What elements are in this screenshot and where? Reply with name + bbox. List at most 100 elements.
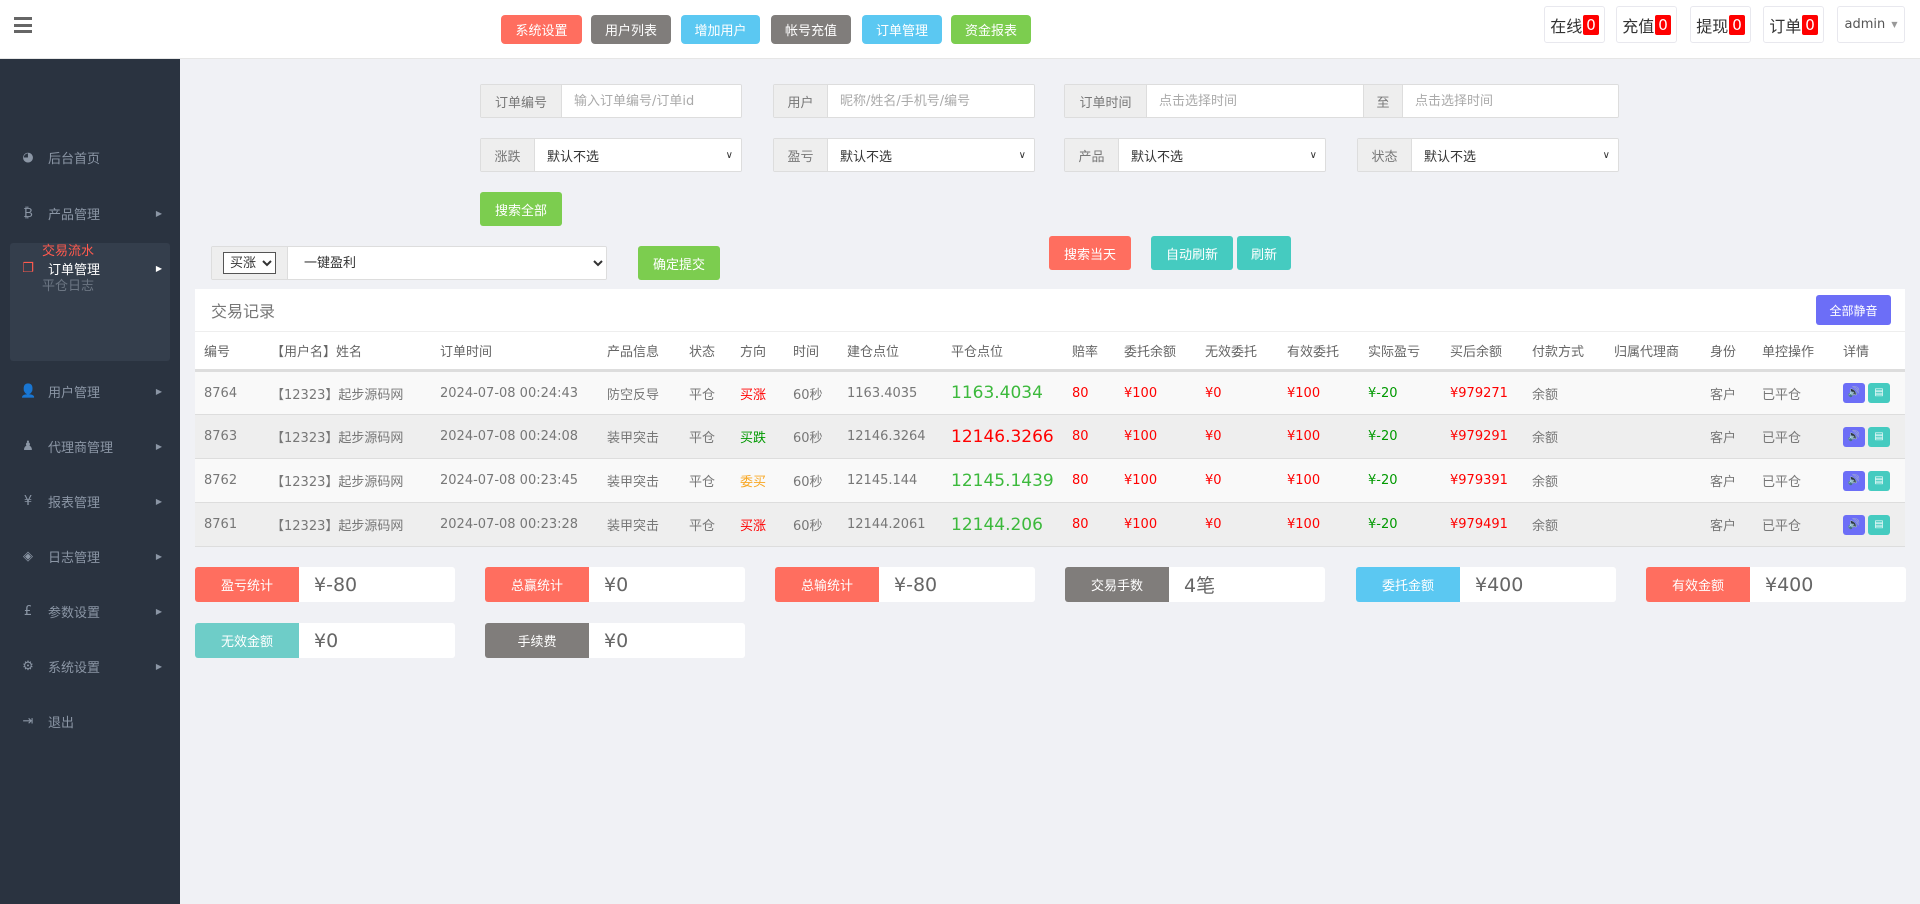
direction-addon: 买涨 (212, 247, 288, 279)
copy-icon: ❐ (22, 260, 34, 276)
summary-label: 总输统计 (775, 567, 879, 602)
sidebar-item-2[interactable]: ❐ 订单管理 ▶ (0, 253, 180, 283)
sidebar-item-6[interactable]: ◈ 日志管理 ▶ (0, 541, 180, 571)
refresh-button[interactable]: 刷新 (1237, 236, 1291, 270)
summary-label: 盈亏统计 (195, 567, 299, 602)
cell-time: 2024-07-08 00:23:28 (431, 502, 598, 547)
user-input[interactable] (828, 85, 1034, 117)
confirm-submit-button[interactable]: 确定提交 (638, 246, 720, 280)
stat-1[interactable]: 充值 0 (1616, 6, 1677, 43)
nav-button-1[interactable]: 用户列表 (591, 15, 671, 44)
sidebar: 交易流水 平仓日志 ◕ 后台首页 ₿ 产品管理 ▶ ❐ 订单管理 ▶ 👤 用户管理 ▶ ♟ 代理商管理 ▶… (0, 59, 180, 904)
mute-all-button[interactable]: 全部静音 (1816, 295, 1891, 325)
cell-details: 🔊 ▤ (1834, 370, 1905, 415)
cell-time: 2024-07-08 00:23:45 (431, 458, 598, 503)
stat-count-badge: 0 (1729, 14, 1745, 35)
volume-icon[interactable]: 🔊 (1843, 470, 1865, 491)
cell-product: 装甲突击 (598, 414, 680, 459)
summary-value: ¥0 (604, 629, 629, 652)
filter-select-0: 涨跌 默认不选 ∨ (480, 138, 742, 172)
chevron-right-icon: ▶ (155, 263, 162, 273)
sidebar-item-4[interactable]: ♟ 代理商管理 ▶ (0, 431, 180, 461)
sign-out-icon: ⇥ (22, 713, 34, 729)
column-header: 详情 (1834, 331, 1905, 372)
chevron-right-icon: ▶ (155, 441, 162, 451)
sidebar-item-9[interactable]: ⇥ 退出 (0, 706, 180, 736)
cell-open: 12144.2061 (838, 502, 942, 547)
column-header: 无效委托 (1196, 331, 1278, 372)
cell-valid: ¥100 (1278, 414, 1359, 459)
nav-button-4[interactable]: 订单管理 (862, 15, 942, 44)
filter-select-value: 默认不选 (547, 149, 600, 165)
cell-role: 客户 (1701, 370, 1753, 415)
cell-direction: 买涨 (731, 370, 784, 415)
cell-invalid: ¥0 (1196, 370, 1278, 415)
cell-user: 【12323】起步源码网 (262, 502, 431, 547)
cell-status: 平仓 (680, 502, 731, 547)
sidebar-item-7[interactable]: £ 参数设置 ▶ (0, 596, 180, 626)
cell-valid: ¥100 (1278, 458, 1359, 503)
sidebar-item-label: 报表管理 (48, 495, 101, 511)
cell-agent (1605, 414, 1701, 459)
user-filter: 用户 (773, 84, 1035, 118)
volume-icon[interactable]: 🔊 (1843, 426, 1865, 447)
volume-icon[interactable]: 🔊 (1843, 514, 1865, 535)
nav-button-0[interactable]: 系统设置 (501, 15, 582, 44)
filter-select[interactable]: 默认不选 ∨ (1412, 139, 1618, 171)
direction-select[interactable]: 买涨 (223, 252, 276, 274)
filter-select[interactable]: 默认不选 ∨ (828, 139, 1034, 171)
cell-rate: 80 (1063, 414, 1115, 459)
nav-button-2[interactable]: 增加用户 (681, 15, 760, 44)
filter-select[interactable]: 默认不选 ∨ (535, 139, 741, 171)
cell-valid: ¥100 (1278, 370, 1359, 415)
cell-pl: ¥-20 (1359, 502, 1441, 547)
sidebar-item-5[interactable]: ¥ 报表管理 ▶ (0, 486, 180, 516)
auto-refresh-button[interactable]: 自动刷新 (1151, 236, 1233, 270)
user-label: 用户 (774, 85, 828, 117)
cell-details: 🔊 ▤ (1834, 414, 1905, 459)
stat-label: 在线 (1550, 16, 1583, 36)
cell-status: 平仓 (680, 414, 731, 459)
sidebar-item-3[interactable]: 👤 用户管理 ▶ (0, 376, 180, 406)
list-icon[interactable]: ▤ (1868, 470, 1890, 491)
sidebar-item-8[interactable]: ⚙ 系统设置 ▶ (0, 651, 180, 681)
nav-button-3[interactable]: 帐号充值 (771, 15, 851, 44)
sidebar-item-1[interactable]: ₿ 产品管理 ▶ (0, 198, 180, 228)
stat-0[interactable]: 在线 0 (1544, 6, 1605, 43)
sidebar-item-0[interactable]: ◕ 后台首页 (0, 142, 180, 172)
search-today-button[interactable]: 搜索当天 (1049, 236, 1131, 270)
trade-table: 编号 【用户名】姓名 订单时间 产品信息 状态 方向 时间 建仓点位 平仓点位 赔率 委托余额 无效委… (195, 331, 1905, 547)
summary-label: 无效金额 (195, 623, 299, 658)
cell-balance: ¥979291 (1441, 414, 1523, 459)
start-time-input[interactable] (1147, 85, 1363, 117)
nav-button-5[interactable]: 资金报表 (951, 15, 1031, 44)
cell-direction: 买涨 (731, 502, 784, 547)
column-header: 实际盈亏 (1359, 331, 1441, 372)
admin-dropdown[interactable]: admin ▼ (1837, 6, 1905, 43)
cell-user: 【12323】起步源码网 (262, 414, 431, 459)
volume-icon[interactable]: 🔊 (1843, 383, 1865, 403)
search-all-button[interactable]: 搜索全部 (480, 192, 562, 226)
stat-2[interactable]: 提现 0 (1690, 6, 1751, 43)
summary-value: ¥400 (1765, 573, 1814, 596)
cell-pay: 余额 (1523, 370, 1605, 415)
end-time-input[interactable] (1403, 85, 1618, 117)
summary-box-0: 盈亏统计 ¥-80 (195, 567, 455, 602)
action-select[interactable]: 一键盈利 (288, 247, 606, 279)
list-icon[interactable]: ▤ (1868, 426, 1890, 447)
list-icon[interactable]: ▤ (1868, 514, 1890, 535)
cell-product: 防空反导 (598, 370, 680, 415)
filter-select[interactable]: 默认不选 ∨ (1119, 139, 1325, 171)
summary-box-1: 总赢统计 ¥0 (485, 567, 745, 602)
order-no-input[interactable] (562, 85, 741, 117)
stat-3[interactable]: 订单 0 (1763, 6, 1824, 43)
cell-role: 客户 (1701, 502, 1753, 547)
summary-value: ¥-80 (314, 573, 358, 596)
cell-close: 12145.1439 (942, 458, 1063, 503)
list-icon[interactable]: ▤ (1868, 383, 1890, 403)
menu-toggle-icon[interactable] (14, 17, 32, 33)
summary-label: 手续费 (485, 623, 589, 658)
column-header: 方向 (731, 331, 784, 372)
column-header: 产品信息 (598, 331, 680, 372)
cell-open: 1163.4035 (838, 370, 942, 415)
